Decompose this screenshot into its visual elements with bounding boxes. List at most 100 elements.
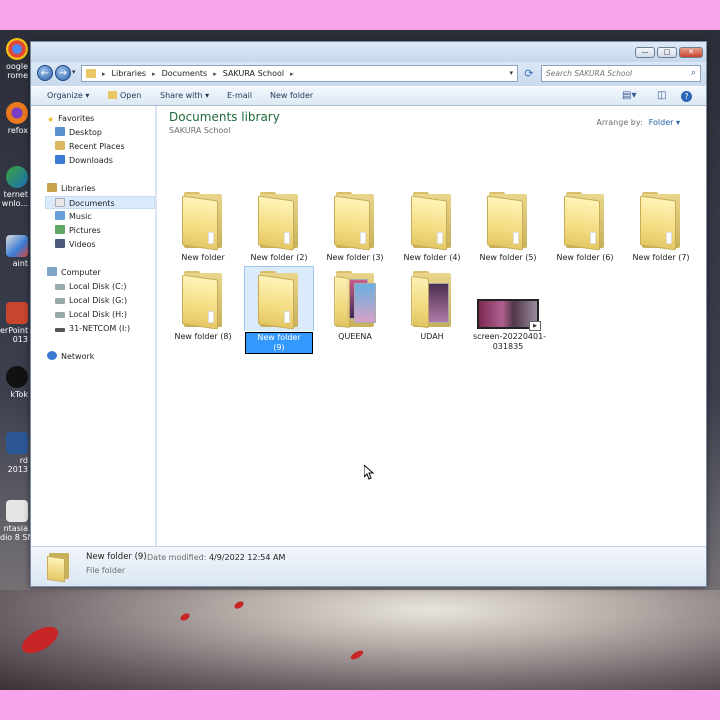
refresh-icon[interactable]: ⟳	[521, 65, 537, 82]
open-label: Open	[120, 91, 142, 100]
search-box: ⌕	[541, 65, 701, 82]
chevron-right-icon: ▸	[213, 69, 217, 78]
desktop-icon-firefox[interactable]: refox	[0, 102, 28, 135]
desktop-icon-idm[interactable]: ternet wnlo...	[0, 166, 28, 208]
folder-item[interactable]: New folder (4)	[397, 188, 467, 263]
close-button[interactable]: ✕	[679, 47, 703, 58]
folder-item-selected[interactable]: New folder (9)	[244, 266, 314, 355]
folder-item[interactable]: New folder (7)	[626, 188, 696, 263]
folder-item[interactable]: New folder (3)	[320, 188, 390, 263]
breadcrumb-documents[interactable]: Documents	[162, 69, 208, 78]
command-bar: Organize ▾ Open Share with ▾ E-mail New …	[31, 86, 706, 106]
selected-item-type: File folder	[86, 566, 126, 575]
nav-network[interactable]: Network	[47, 350, 94, 363]
item-label: New folder (3)	[326, 253, 384, 262]
recent-pages-dropdown-icon[interactable]: ▾	[72, 68, 76, 76]
organize-button[interactable]: Organize ▾	[47, 91, 89, 100]
usb-drive-icon	[55, 328, 65, 332]
nav-label: Libraries	[61, 184, 96, 193]
download-manager-icon	[6, 166, 28, 188]
nav-recent-places[interactable]: Recent Places	[55, 140, 125, 153]
folder-item[interactable]: New folder (2)	[244, 188, 314, 263]
folder-item[interactable]: QUEENA	[320, 267, 390, 342]
search-input[interactable]	[542, 66, 682, 81]
folder-icon	[258, 192, 300, 251]
desktop-icon-tiktok[interactable]: kTok	[0, 366, 28, 399]
maximize-button[interactable]: □	[657, 47, 677, 58]
nav-desktop[interactable]: Desktop	[55, 126, 102, 139]
folder-item[interactable]: UDAH	[397, 267, 467, 342]
selected-item-name: New folder (9)	[86, 552, 147, 562]
help-icon[interactable]: ?	[681, 91, 692, 102]
desktop-icon	[55, 127, 65, 136]
back-button[interactable]: ←	[37, 65, 53, 81]
view-options-icon[interactable]: ▤▾	[622, 90, 636, 101]
video-file-item[interactable]: ▶ screen-20220401- 031835	[473, 267, 546, 352]
folder-item[interactable]: New folder (8)	[168, 267, 238, 342]
tiktok-icon	[6, 366, 28, 388]
nav-computer[interactable]: Computer	[47, 266, 101, 279]
paint-icon	[6, 235, 28, 257]
downloads-icon	[55, 155, 65, 164]
new-folder-button[interactable]: New folder	[270, 91, 313, 100]
share-with-button[interactable]: Share with ▾	[160, 91, 209, 100]
selected-folder-icon	[47, 551, 71, 583]
nav-music[interactable]: Music	[55, 210, 92, 223]
folder-item[interactable]: New folder	[168, 188, 238, 263]
date-modified-label: Date modified:	[147, 553, 207, 562]
folder-icon	[640, 192, 682, 251]
open-button[interactable]: Open	[108, 91, 141, 100]
document-icon	[6, 500, 28, 522]
details-pane: New folder (9) Date modified: 4/9/2022 1…	[31, 546, 706, 586]
nav-pictures[interactable]: Pictures	[55, 224, 101, 237]
desktop-icon-powerpoint[interactable]: erPoint 013	[0, 302, 28, 344]
explorer-window: — □ ✕ ← → ▾ ▸ Libraries ▸ Documents ▸ SA…	[30, 41, 707, 587]
nav-disk-g[interactable]: Local Disk (G:)	[55, 294, 127, 307]
nav-netcom[interactable]: 31-NETCOM (I:)	[55, 322, 130, 335]
nav-libraries[interactable]: Libraries	[47, 182, 96, 195]
folder-item[interactable]: New folder (6)	[550, 188, 620, 263]
nav-favorites[interactable]: ★ Favorites	[47, 112, 94, 125]
desktop-icon-word[interactable]: rd 2013	[0, 432, 28, 474]
title-bar[interactable]: — □ ✕	[31, 42, 706, 62]
nav-label: Network	[61, 352, 95, 361]
desktop-icon-label: ternet wnlo...	[1, 190, 28, 208]
item-label: UDAH	[420, 332, 444, 341]
nav-disk-h[interactable]: Local Disk (H:)	[55, 308, 127, 321]
folder-icon	[108, 91, 117, 99]
breadcrumb-sakura-school[interactable]: SAKURA School	[223, 69, 284, 78]
search-icon[interactable]: ⌕	[691, 68, 696, 78]
item-label: QUEENA	[338, 332, 372, 341]
arrange-by-dropdown[interactable]: Folder ▾	[649, 118, 680, 127]
nav-label: Favorites	[58, 114, 95, 123]
preview-pane-icon[interactable]: ◫	[657, 90, 666, 101]
wallpaper-clouds	[0, 590, 720, 690]
email-button[interactable]: E-mail	[227, 91, 252, 100]
nav-label: Pictures	[69, 226, 101, 235]
libraries-icon	[47, 183, 57, 192]
nav-videos[interactable]: Videos	[55, 238, 96, 251]
address-bar-row: ← → ▾ ▸ Libraries ▸ Documents ▸ SAKURA S…	[31, 62, 706, 86]
nav-documents[interactable]: Documents	[45, 196, 155, 209]
breadcrumb-libraries[interactable]: Libraries	[112, 69, 147, 78]
nav-disk-c[interactable]: Local Disk (C:)	[55, 280, 127, 293]
chevron-right-icon: ▸	[152, 69, 156, 78]
address-field[interactable]: ▸ Libraries ▸ Documents ▸ SAKURA School …	[81, 65, 518, 82]
desktop-icon-label: erPoint 013	[0, 326, 29, 344]
forward-button[interactable]: →	[55, 65, 71, 81]
nav-downloads[interactable]: Downloads	[55, 154, 113, 167]
nav-label: Local Disk (H:)	[69, 310, 127, 319]
desktop-icon-chrome[interactable]: oogle rome	[0, 38, 28, 80]
folder-item[interactable]: New folder (5)	[473, 188, 543, 263]
video-badge-icon: ▶	[529, 321, 541, 331]
address-dropdown-icon[interactable]: ▾	[509, 69, 513, 77]
desktop-icon-paint[interactable]: aint	[0, 235, 28, 268]
item-label: New folder (6)	[556, 253, 614, 262]
item-label: New folder (7)	[632, 253, 690, 262]
minimize-button[interactable]: —	[635, 47, 655, 58]
desktop-icon-label: aint	[12, 259, 28, 268]
rename-field[interactable]: New folder (9)	[244, 331, 314, 355]
desktop-icon-camtasia[interactable]: ntasia dio 8 SN	[0, 500, 33, 542]
folder-icon	[564, 192, 606, 251]
nav-label: Downloads	[69, 156, 113, 165]
